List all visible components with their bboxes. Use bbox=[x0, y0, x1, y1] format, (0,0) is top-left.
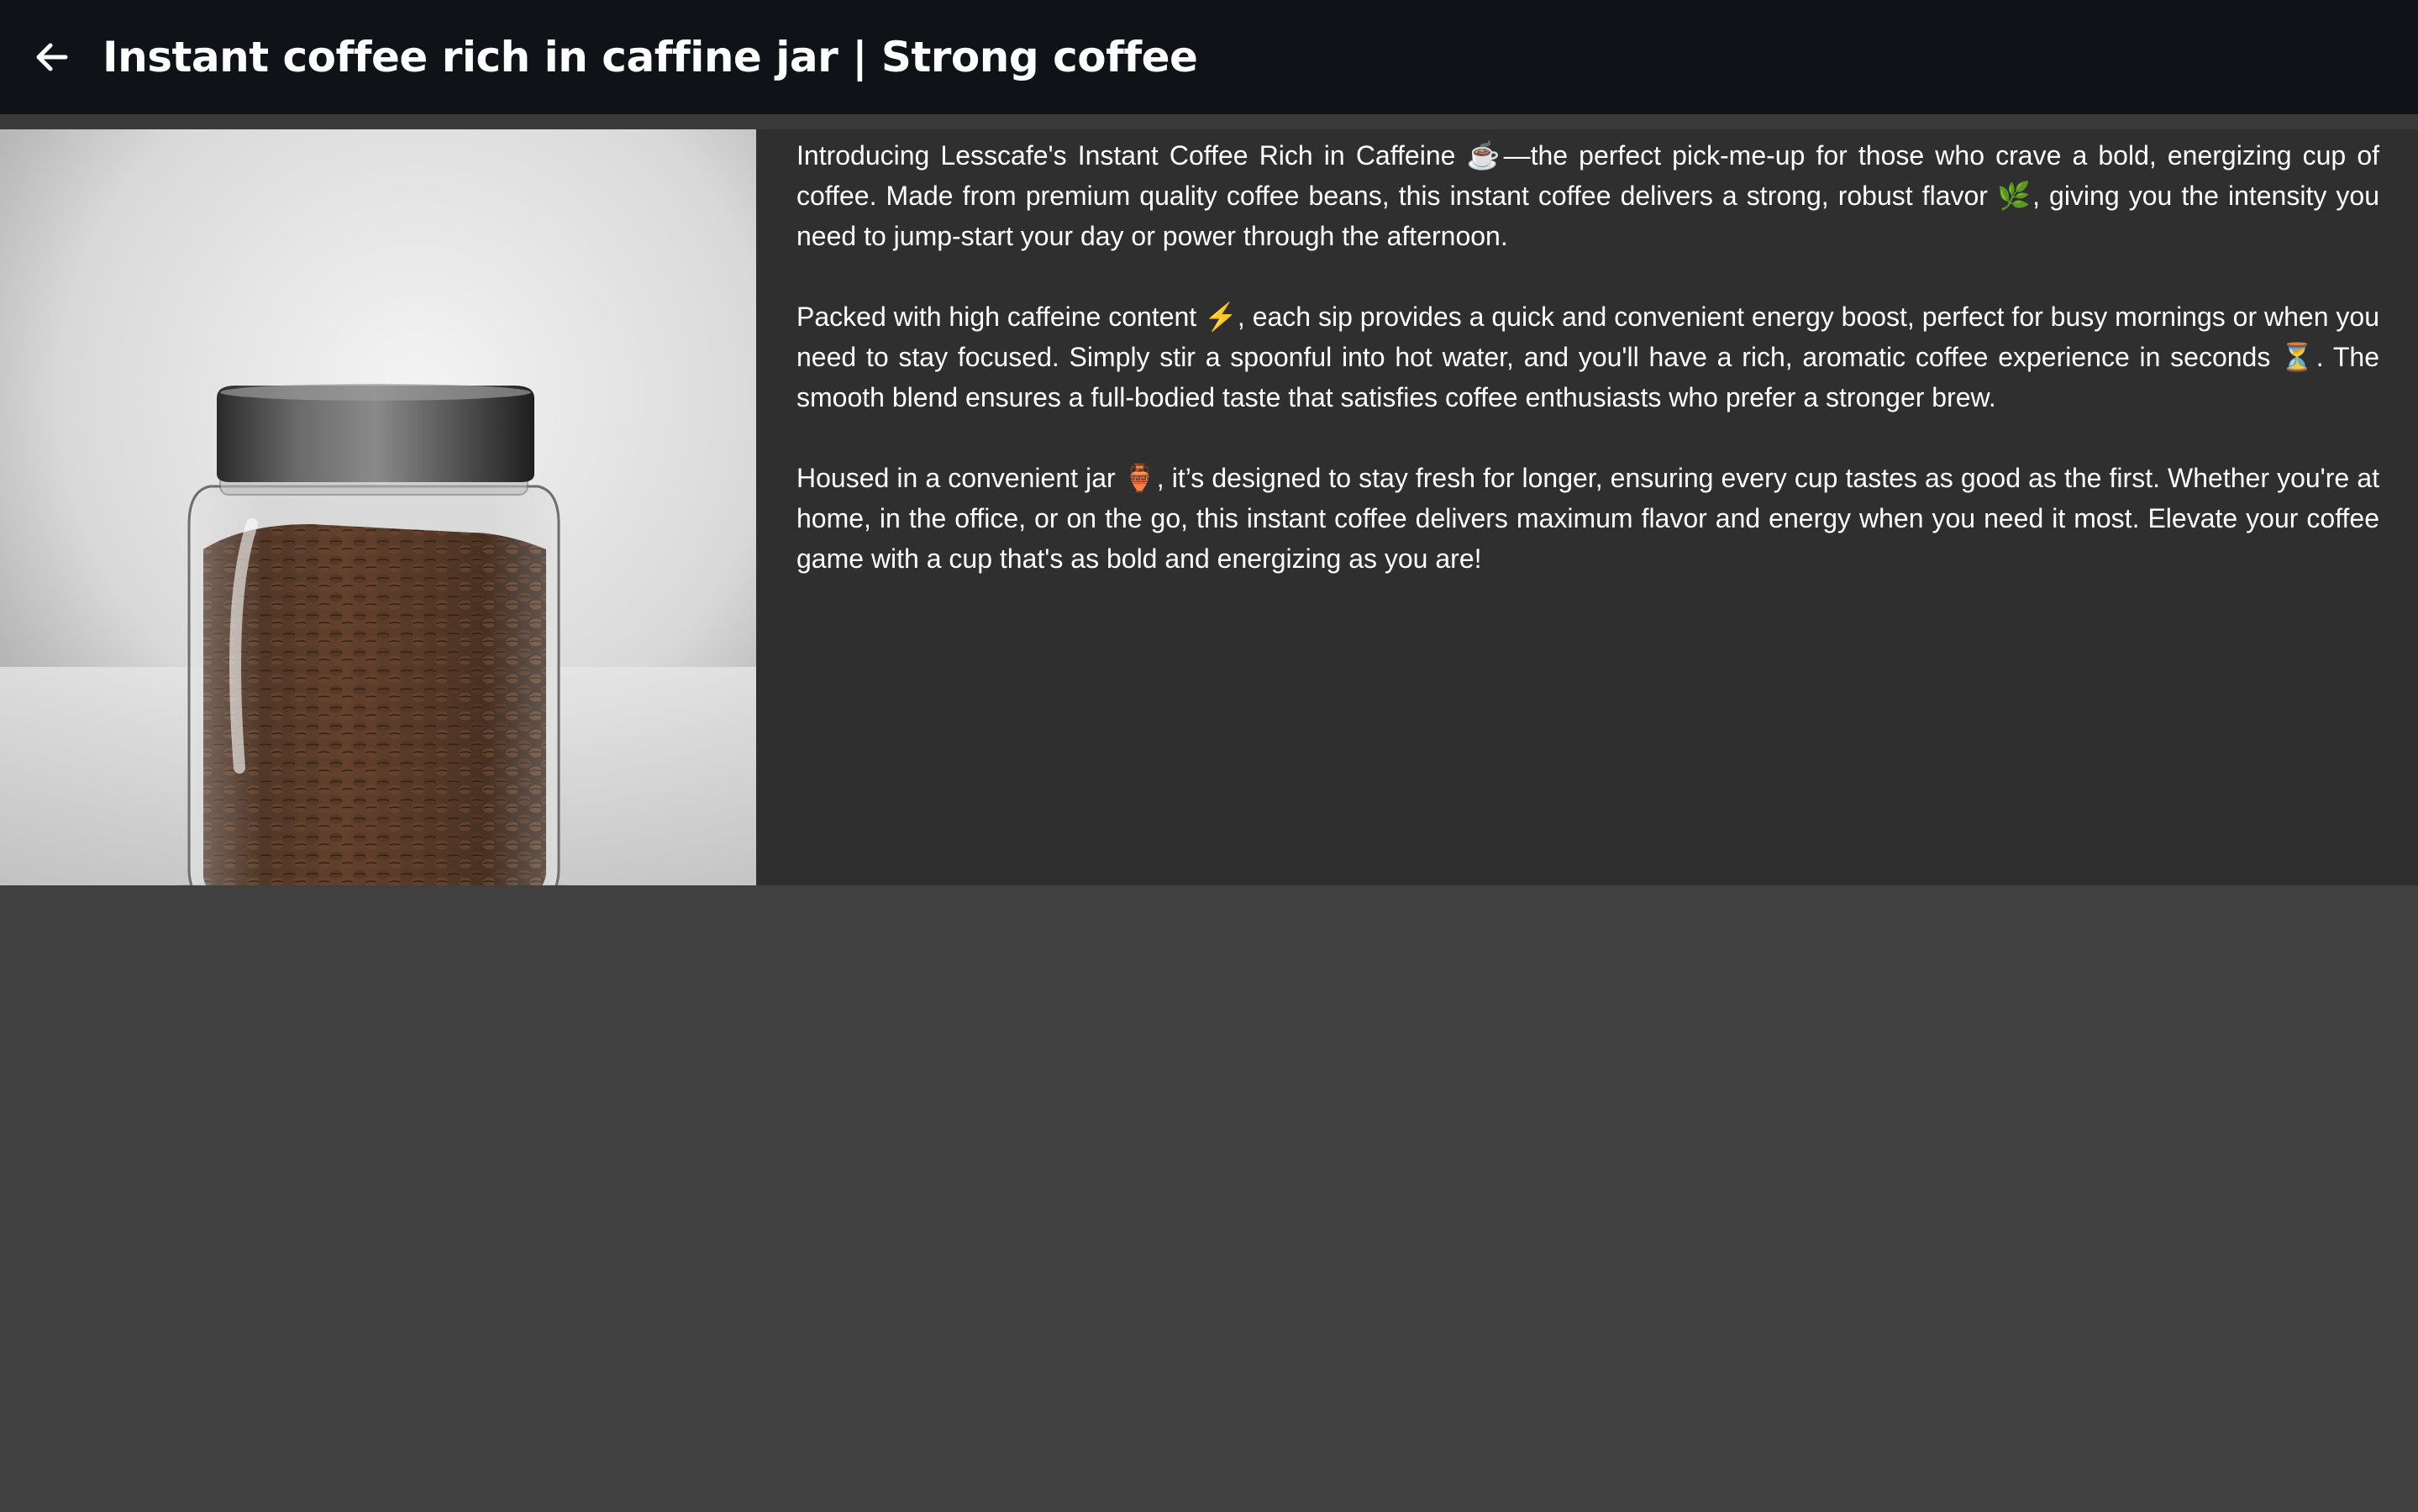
arrow-left-icon bbox=[36, 43, 68, 71]
product-image bbox=[0, 129, 756, 885]
back-button[interactable] bbox=[29, 34, 76, 81]
description-paragraph: Housed in a convenient jar 🏺, it’s desig… bbox=[796, 463, 2379, 574]
app-header: Instant coffee rich in caffine jar | Str… bbox=[0, 0, 2418, 114]
product-description: Introducing Lesscafe's Instant Coffee Ri… bbox=[796, 129, 2379, 619]
coffee-jar-photo bbox=[0, 129, 756, 885]
page-title: Instant coffee rich in caffine jar | Str… bbox=[103, 33, 1198, 81]
product-detail: Introducing Lesscafe's Instant Coffee Ri… bbox=[0, 129, 2418, 885]
description-paragraph: Packed with high caffeine content ⚡, eac… bbox=[796, 302, 2380, 412]
description-paragraph: Introducing Lesscafe's Instant Coffee Ri… bbox=[796, 140, 2379, 251]
header-divider bbox=[0, 114, 2418, 129]
